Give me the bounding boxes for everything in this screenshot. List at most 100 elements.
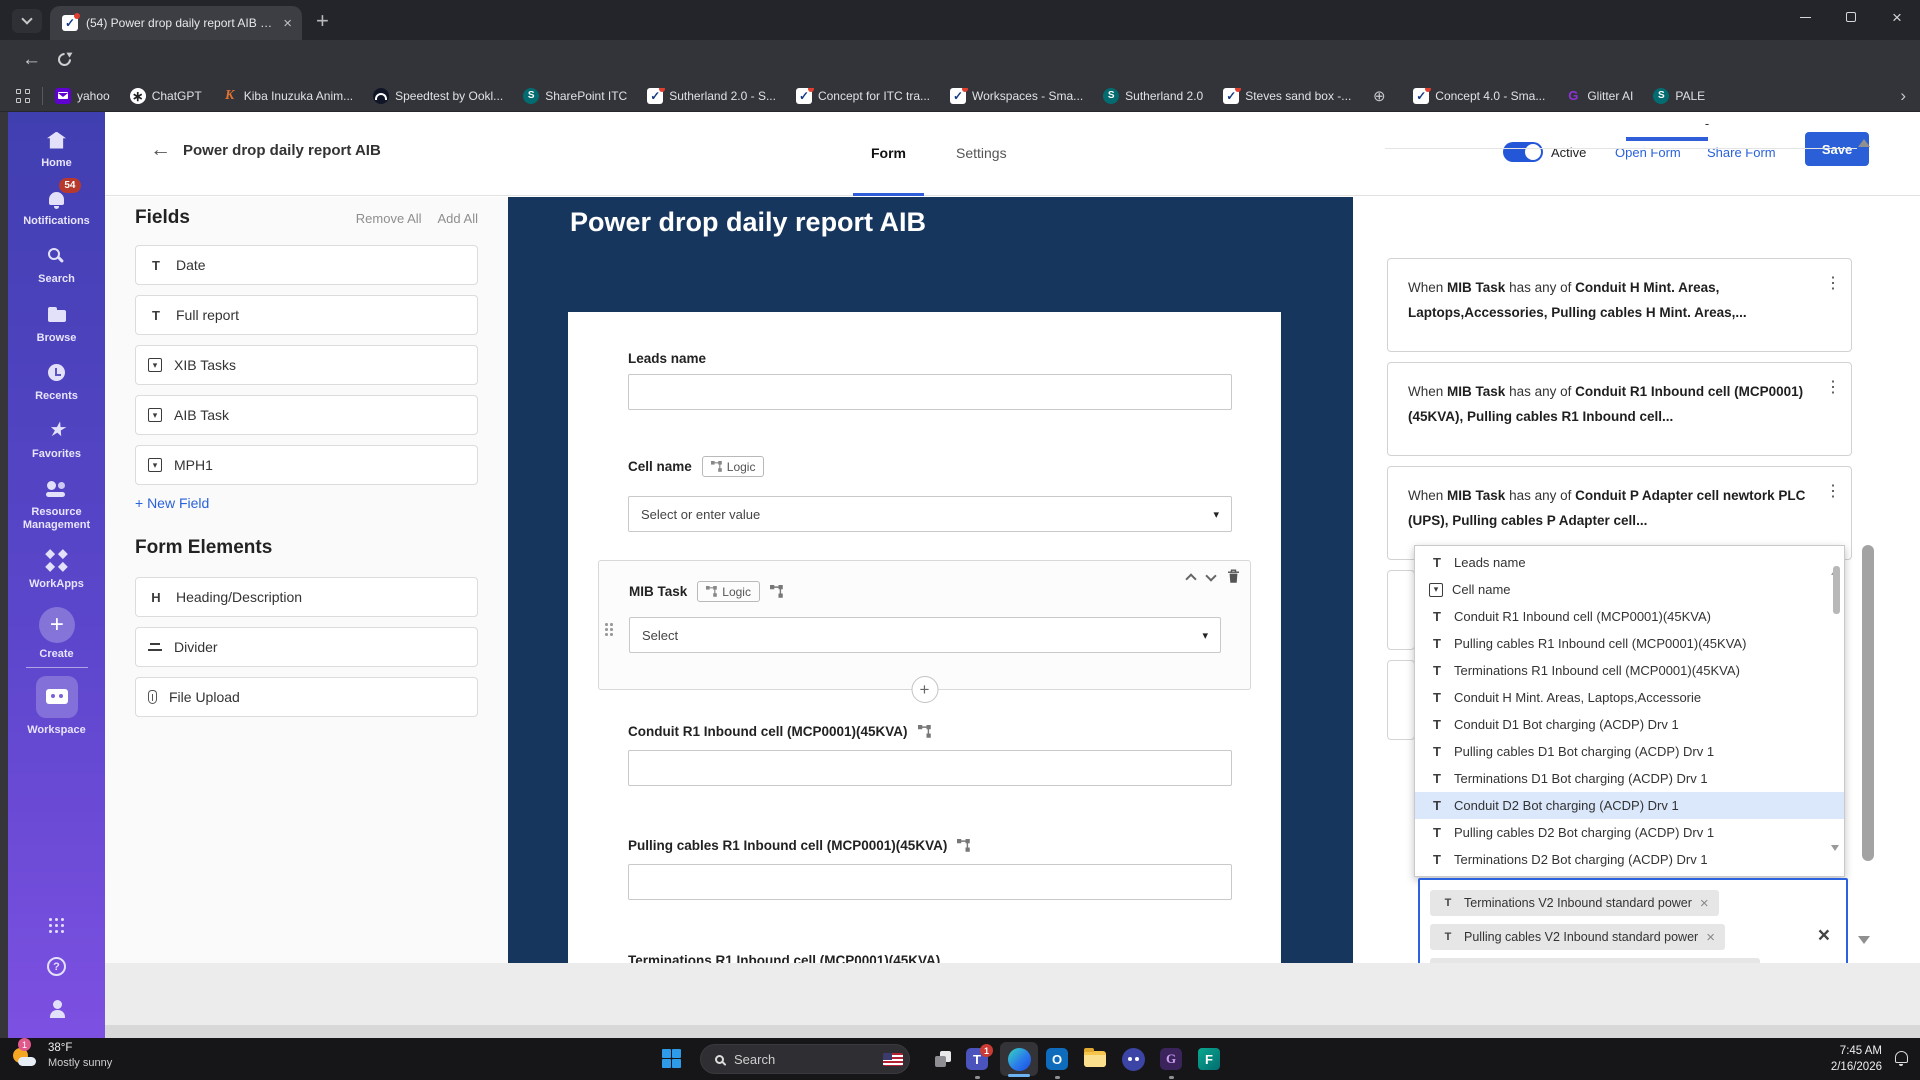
task-view-button[interactable] — [930, 1046, 956, 1072]
remove-all-link[interactable]: Remove All — [356, 211, 422, 226]
multi-select-input[interactable]: Terminations V2 Inbound standard power ×… — [1418, 878, 1848, 963]
sidebar-item[interactable]: Search — [38, 244, 75, 286]
bookmark-item[interactable]: Kiba Inuzuka Anim... — [222, 88, 353, 104]
scroll-down-icon[interactable] — [1858, 936, 1870, 962]
sidebar-item[interactable]: Recents — [35, 361, 78, 403]
cell-name-select[interactable]: Select or enter value ▾ — [628, 496, 1232, 532]
scroll-down-icon[interactable] — [1831, 845, 1839, 869]
bookmark-item[interactable]: Glitter AI — [1565, 88, 1633, 104]
bookmark-item[interactable]: Steves sand box -... — [1223, 87, 1351, 104]
discord-button[interactable] — [1120, 1046, 1146, 1072]
account-icon[interactable] — [49, 1000, 65, 1018]
pulling-cables-r1-input[interactable] — [628, 864, 1232, 900]
add-all-link[interactable]: Add All — [438, 211, 478, 226]
move-down-icon[interactable] — [1205, 569, 1217, 582]
field-option[interactable]: Conduit H Mint. Areas, Laptops,Accessori… — [1415, 684, 1844, 711]
sidebar-item[interactable]: Create — [38, 606, 75, 661]
add-element-button[interactable]: + — [911, 676, 938, 703]
bookmark-item[interactable]: SharePoint ITC — [523, 87, 627, 104]
field-card[interactable]: Full report — [135, 295, 478, 335]
new-field-link[interactable]: + New Field — [135, 495, 478, 511]
sidebar-item-workspace[interactable]: Workspace — [8, 675, 105, 737]
notification-bell-icon[interactable] — [1895, 1051, 1908, 1066]
new-tab-button[interactable]: + — [316, 8, 329, 34]
start-button[interactable] — [662, 1049, 681, 1068]
taskbar-search[interactable]: Search — [700, 1044, 910, 1074]
tab-list-button[interactable] — [12, 9, 42, 33]
field-option[interactable]: Conduit D2 Bot charging (ACDP) Drv 2 — [1415, 873, 1844, 876]
bookmark-item[interactable]: Workspaces - Sma... — [950, 87, 1083, 104]
reload-button[interactable] — [55, 50, 74, 69]
field-option[interactable]: Pulling cables D1 Bot charging (ACDP) Dr… — [1415, 738, 1844, 765]
outlook-button[interactable]: O — [1044, 1046, 1070, 1072]
sidebar-item[interactable]: 54 Notifications — [23, 178, 90, 228]
logic-rule-card[interactable]: When MIB Task has any of Conduit R1 Inbo… — [1387, 362, 1852, 456]
bookmark-item[interactable]: Concept for ITC tra... — [795, 87, 930, 104]
bookmarks-overflow-icon[interactable]: › — [1900, 86, 1906, 106]
back-arrow-icon[interactable]: ← — [150, 138, 171, 162]
scroll-up-icon[interactable] — [1858, 122, 1870, 147]
field-option[interactable]: Conduit D2 Bot charging (ACDP) Drv 1 — [1415, 792, 1844, 819]
edge-button[interactable] — [1006, 1046, 1032, 1072]
logic-badge[interactable]: Logic — [701, 456, 765, 477]
bookmark-item[interactable]: PALE — [1653, 87, 1705, 104]
sidebar-item[interactable]: Resource Management — [11, 477, 103, 532]
bookmark-item[interactable]: Speedtest by Ookl... — [373, 87, 503, 104]
drag-handle[interactable] — [605, 623, 613, 637]
field-option[interactable]: Terminations R1 Inbound cell (MCP0001)(4… — [1415, 657, 1844, 684]
field-option[interactable]: Pulling cables R1 Inbound cell (MCP0001)… — [1415, 630, 1844, 657]
remove-chip-icon[interactable]: × — [1706, 930, 1715, 945]
field-option[interactable]: Conduit D1 Bot charging (ACDP) Drv 1 — [1415, 711, 1844, 738]
bookmark-item[interactable]: Concept 4.0 - Sma... — [1413, 87, 1545, 104]
bookmark-item[interactable]: Sutherland 2.0 - S... — [647, 87, 776, 104]
tab-close-icon[interactable]: × — [283, 16, 292, 31]
leads-name-input[interactable] — [628, 374, 1232, 410]
bookmark-item[interactable]: Sutherland 2.0 — [1103, 87, 1203, 104]
sidebar-item[interactable]: Home — [41, 128, 72, 170]
bookmark-item[interactable]: yahoo — [55, 87, 110, 104]
form-element-card[interactable]: File Upload — [135, 677, 478, 717]
mib-task-select[interactable]: Select ▾ — [629, 617, 1221, 653]
form-element-card[interactable]: Heading/Description — [135, 577, 478, 617]
window-maximize-button[interactable] — [1828, 0, 1874, 34]
window-minimize-button[interactable] — [1782, 0, 1828, 34]
field-option[interactable]: Cell name — [1415, 576, 1844, 603]
logic-panel-tab[interactable]: - — [1657, 116, 1757, 131]
glitter-app-button[interactable]: G — [1158, 1046, 1184, 1072]
rule-menu-icon[interactable] — [1825, 273, 1841, 293]
rule-menu-icon[interactable] — [1825, 377, 1841, 397]
weather-widget[interactable]: 1 38°F Mostly sunny — [10, 1038, 112, 1071]
rule-menu-icon[interactable] — [1825, 481, 1841, 501]
clear-selection-icon[interactable]: × — [1818, 924, 1830, 948]
field-card[interactable]: Date — [135, 245, 478, 285]
window-close-button[interactable]: × — [1874, 0, 1920, 34]
taskbar-clock[interactable]: 7:45 AM 2/16/2026 — [1831, 1043, 1882, 1075]
field-option[interactable]: Pulling cables D2 Bot charging (ACDP) Dr… — [1415, 819, 1844, 846]
field-option[interactable]: Leads name — [1415, 549, 1844, 576]
app-launcher-icon[interactable] — [49, 918, 64, 933]
field-option[interactable]: Terminations D1 Bot charging (ACDP) Drv … — [1415, 765, 1844, 792]
move-up-icon[interactable] — [1185, 572, 1197, 585]
bookmark-item[interactable]: ChatGPT — [129, 87, 202, 104]
remove-chip-icon[interactable]: × — [1700, 896, 1709, 911]
file-explorer-button[interactable] — [1082, 1046, 1108, 1072]
field-card[interactable]: XIB Tasks — [135, 345, 478, 385]
field-card[interactable]: AIB Task — [135, 395, 478, 435]
field-option[interactable]: Conduit R1 Inbound cell (MCP0001)(45KVA) — [1415, 603, 1844, 630]
mib-task-selected-field[interactable]: MIB Task Logic Select ▾ + — [598, 560, 1251, 703]
form-element-card[interactable]: Divider — [135, 627, 478, 667]
tab-form[interactable]: Form — [853, 112, 924, 196]
logic-badge[interactable]: Logic — [697, 581, 760, 602]
delete-field-icon[interactable] — [1227, 569, 1240, 584]
apps-grid-icon[interactable] — [16, 88, 30, 103]
bookmark-item[interactable] — [1371, 88, 1393, 104]
sidebar-item[interactable]: WorkApps — [29, 549, 84, 591]
sidebar-item[interactable]: Favorites — [32, 419, 81, 461]
field-card[interactable]: MPH1 — [135, 445, 478, 485]
scrollbar-thumb[interactable] — [1833, 566, 1840, 614]
field-option[interactable]: Terminations D2 Bot charging (ACDP) Drv … — [1415, 846, 1844, 873]
logic-rule-card[interactable]: When MIB Task has any of Conduit H Mint.… — [1387, 258, 1852, 352]
scrollbar-thumb[interactable] — [1862, 545, 1874, 861]
sidebar-item[interactable]: Browse — [37, 303, 76, 345]
forms-button[interactable]: F — [1196, 1046, 1222, 1072]
